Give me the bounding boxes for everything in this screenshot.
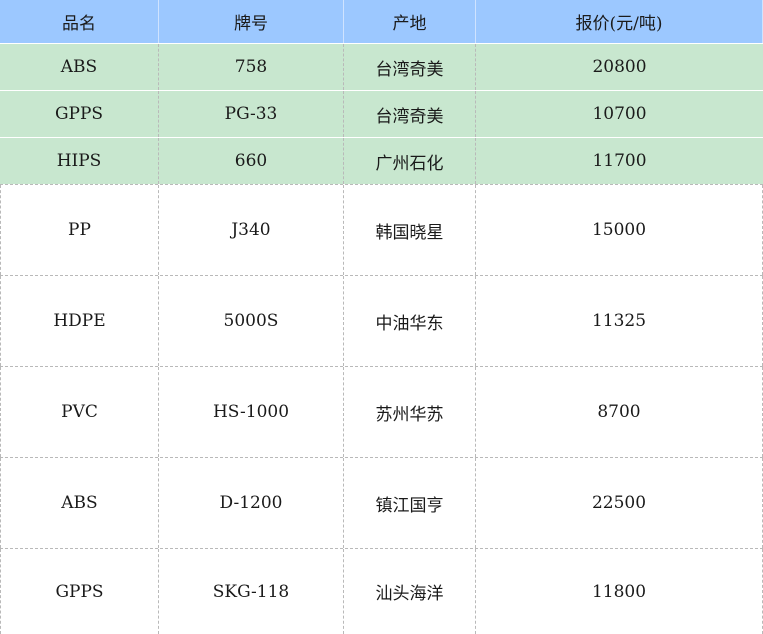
cell-price: 10700 [592, 104, 647, 124]
header-cell-grade: 牌号 [159, 0, 344, 43]
table-header-row: 品名 牌号 产地 报价(元/吨) [0, 0, 763, 43]
cell-origin: 中油华东 [344, 276, 476, 366]
cell-grade: 660 [159, 138, 344, 184]
cell-grade: D-1200 [159, 458, 344, 548]
cell-product: ABS [0, 458, 159, 548]
cell-grade: J340 [159, 185, 344, 275]
cell-price: 11700 [592, 151, 647, 171]
cell-origin: 汕头海洋 [344, 549, 476, 634]
cell-price: 15000 [476, 185, 763, 275]
cell-price: 22500 [476, 458, 763, 548]
cell-grade: HS-1000 [159, 367, 344, 457]
cell-grade: 5000S [159, 276, 344, 366]
cell-product: ABS [0, 44, 159, 90]
header-cell-product: 品名 [0, 0, 159, 43]
cell-grade: SKG-118 [159, 549, 344, 634]
cell-product: PVC [0, 367, 159, 457]
table-row: GPPS PG-33 台湾奇美 10700 [0, 90, 763, 137]
cell-price: 20800 [592, 57, 647, 77]
cell-origin: 广州石化 [344, 138, 476, 184]
table-row: HIPS 660 广州石化 11700 [0, 137, 763, 184]
cell-origin: 苏州华苏 [344, 367, 476, 457]
table-row: ABS 758 台湾奇美 20800 [0, 43, 763, 90]
cell-product: HIPS [0, 138, 159, 184]
cell-product: GPPS [0, 549, 159, 634]
price-table: 品名 牌号 产地 报价(元/吨) ABS 758 台湾奇美 20800 GPPS… [0, 0, 763, 634]
cell-grade: 758 [159, 44, 344, 90]
cell-origin: 台湾奇美 [344, 91, 476, 137]
header-cell-price: 报价(元/吨) [476, 0, 763, 43]
header-cell-origin: 产地 [344, 0, 476, 43]
table-row: PVC HS-1000 苏州华苏 8700 [0, 366, 763, 457]
cell-origin: 台湾奇美 [344, 44, 476, 90]
cell-price: 8700 [476, 367, 763, 457]
table-row: HDPE 5000S 中油华东 11325 [0, 275, 763, 366]
cell-product: HDPE [0, 276, 159, 366]
cell-grade: PG-33 [159, 91, 344, 137]
table-row: PP J340 韩国晓星 15000 [0, 184, 763, 275]
cell-product: PP [0, 185, 159, 275]
cell-price: 11800 [476, 549, 763, 634]
table-row: ABS D-1200 镇江国亨 22500 [0, 457, 763, 548]
cell-product: GPPS [0, 91, 159, 137]
cell-price: 11325 [476, 276, 763, 366]
cell-origin: 镇江国亨 [344, 458, 476, 548]
table-row: GPPS SKG-118 汕头海洋 11800 [0, 548, 763, 634]
cell-origin: 韩国晓星 [344, 185, 476, 275]
